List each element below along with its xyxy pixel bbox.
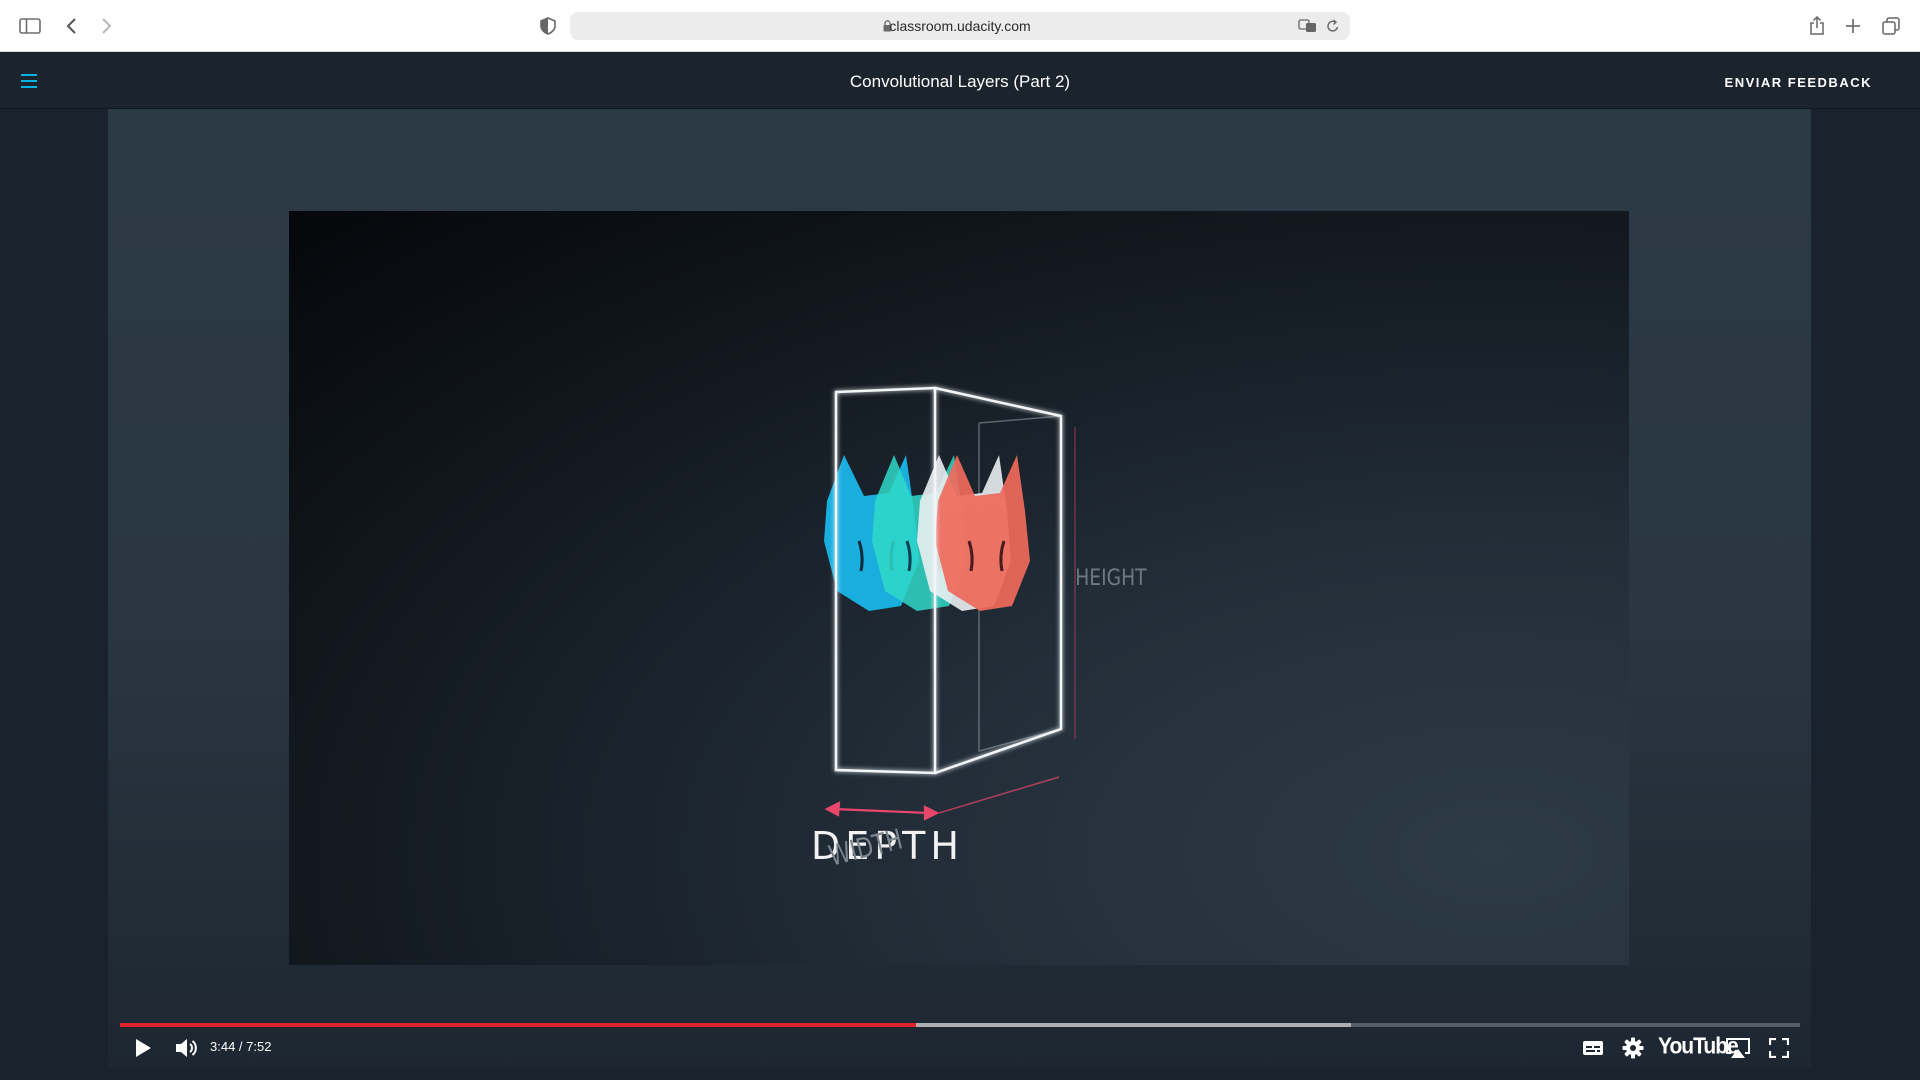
subtitles-button[interactable] — [1578, 1033, 1608, 1063]
play-icon — [136, 1039, 151, 1057]
volume-button[interactable] — [170, 1033, 202, 1063]
time-display: 3:44 / 7:52 — [210, 1039, 272, 1054]
address-bar[interactable]: classroom.udacity.com — [570, 12, 1350, 40]
send-feedback-button[interactable]: ENVIAR FEEDBACK — [1725, 75, 1872, 90]
played-bar — [120, 1023, 917, 1027]
gear-icon — [1622, 1037, 1644, 1059]
video-progress-bar[interactable] — [120, 1023, 1800, 1027]
reload-icon[interactable] — [1326, 18, 1340, 34]
sidebar-toggle-icon[interactable] — [17, 13, 43, 39]
url-text: classroom.udacity.com — [889, 18, 1031, 34]
classroom-header: Convolutional Layers (Part 2) ENVIAR FEE… — [0, 52, 1920, 109]
share-icon[interactable] — [1804, 13, 1830, 39]
tab-overview-icon[interactable] — [1878, 13, 1904, 39]
new-tab-icon[interactable] — [1840, 13, 1866, 39]
back-icon[interactable] — [59, 13, 85, 39]
privacy-shield-icon[interactable] — [535, 13, 561, 39]
lesson-title: Convolutional Layers (Part 2) — [849, 72, 1071, 91]
cat-head-red — [935, 455, 1030, 611]
depth-arrow — [824, 801, 940, 821]
airplay-icon — [1726, 1038, 1750, 1058]
video-frame[interactable]: DEPTH WIDTH HEIGHT — [289, 211, 1629, 965]
airplay-button[interactable] — [1722, 1033, 1754, 1063]
settings-button[interactable] — [1618, 1033, 1648, 1063]
translate-icon[interactable] — [1298, 18, 1318, 34]
fullscreen-button[interactable] — [1764, 1033, 1794, 1063]
video-player[interactable]: DEPTH WIDTH HEIGHT 3:44 / 7:52 YouTube — [108, 109, 1811, 1067]
forward-icon[interactable] — [93, 13, 119, 39]
volume-icon — [176, 1039, 197, 1057]
height-label: HEIGHT — [1075, 565, 1147, 591]
conv-volume-illustration: DEPTH WIDTH HEIGHT — [811, 386, 1147, 872]
play-button[interactable] — [128, 1033, 158, 1063]
width-arrow — [938, 776, 1060, 814]
fullscreen-icon — [1769, 1038, 1789, 1058]
subtitles-icon — [1583, 1041, 1603, 1055]
browser-toolbar: classroom.udacity.com — [0, 0, 1920, 52]
